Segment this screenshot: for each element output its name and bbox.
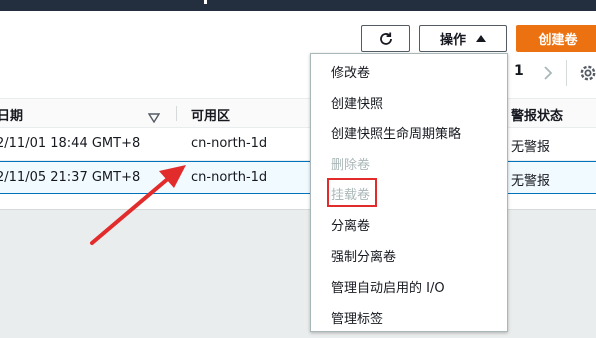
- menu-item-detach-volume[interactable]: 分离卷: [331, 215, 370, 234]
- nav-glyph-fragment: [204, 0, 207, 4]
- create-volume-button[interactable]: 创建卷: [516, 25, 596, 52]
- cell-zone: cn-north-1d: [191, 136, 268, 151]
- cell-date: 2/11/01 18:44 GMT+8: [0, 136, 141, 151]
- caret-up-icon: [476, 35, 486, 42]
- column-header-zone[interactable]: 可用区: [191, 105, 230, 124]
- column-divider: [176, 106, 177, 121]
- actions-button-label: 操作: [439, 33, 466, 48]
- sort-down-icon[interactable]: [147, 108, 161, 124]
- cell-alarm: 无警报: [511, 140, 551, 155]
- column-header-date[interactable]: 日期: [0, 105, 23, 124]
- menu-item-create-snapshot[interactable]: 创建快照: [331, 93, 383, 112]
- pagination-next-button[interactable]: [540, 63, 556, 83]
- top-navigation-bar: [0, 0, 596, 11]
- gear-icon[interactable]: [578, 63, 596, 83]
- refresh-button[interactable]: [361, 25, 410, 52]
- annotation-highlight-box: [327, 178, 377, 207]
- column-header-alarm[interactable]: 警报状态: [511, 105, 563, 124]
- chevron-right-icon: [544, 66, 553, 80]
- refresh-icon: [379, 32, 392, 45]
- menu-item-create-snapshot-lifecycle-policy[interactable]: 创建快照生命周期策略: [331, 123, 461, 142]
- menu-item-delete-volume: 删除卷: [331, 158, 371, 173]
- menu-item-modify-volume[interactable]: 修改卷: [331, 62, 370, 81]
- cell-date: 2/11/05 21:37 GMT+8: [0, 170, 141, 185]
- menu-item-manage-tags[interactable]: 管理标签: [331, 308, 383, 327]
- menu-item-manage-auto-enabled-io[interactable]: 管理自动启用的 I/O: [331, 277, 445, 296]
- cell-zone: cn-north-1d: [191, 170, 268, 185]
- pagination-divider: [566, 60, 567, 86]
- actions-dropdown-button[interactable]: 操作: [419, 25, 507, 52]
- menu-item-force-detach-volume[interactable]: 强制分离卷: [331, 246, 396, 265]
- pagination-current-page[interactable]: 1: [514, 63, 524, 79]
- cell-alarm: 无警报: [511, 174, 551, 189]
